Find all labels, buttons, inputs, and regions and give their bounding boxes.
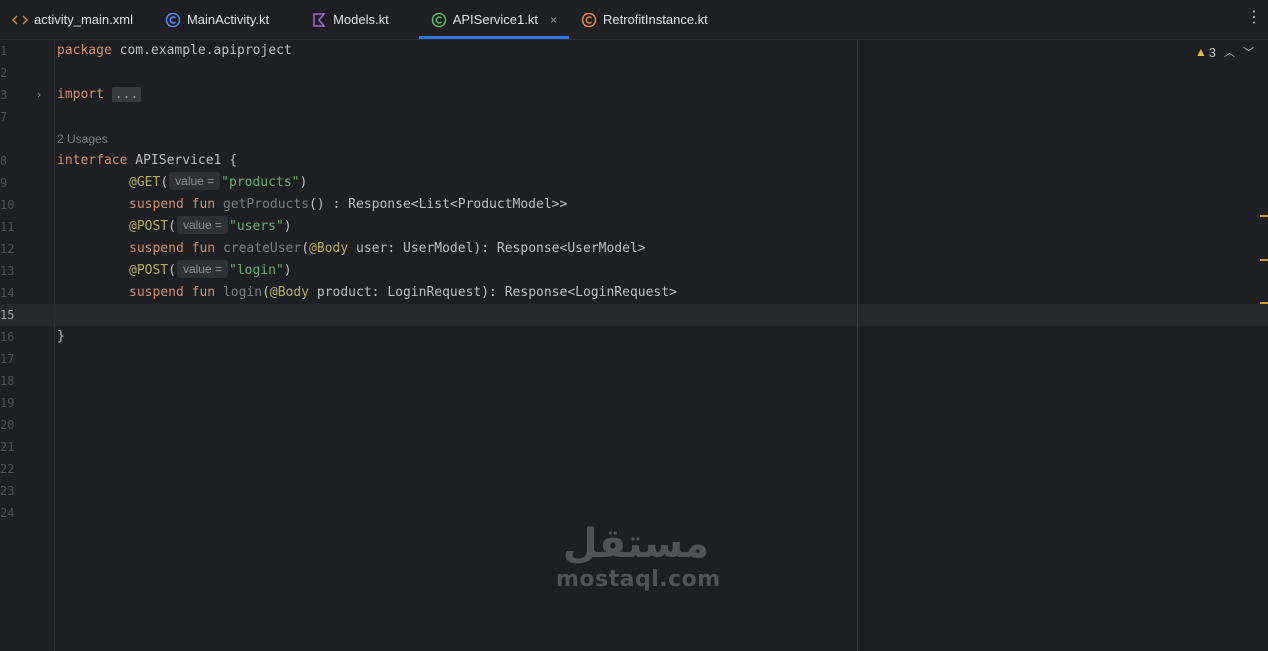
parameter-hint: value = xyxy=(169,172,221,190)
tab-main-activity[interactable]: MainActivity.kt xyxy=(145,0,281,39)
line-number: 16 xyxy=(0,330,15,344)
code-text: @GET(value = "products") xyxy=(129,172,308,190)
tab-activity-main-xml[interactable]: activity_main.xml xyxy=(0,0,145,39)
code-line: 10 suspend fun getProducts() : Response<… xyxy=(0,194,1268,216)
code-line: 17 xyxy=(0,348,1268,370)
line-number: 10 xyxy=(0,198,15,212)
line-number: 23 xyxy=(0,484,15,498)
close-icon[interactable]: × xyxy=(550,13,557,27)
watermark-arabic: مستقل xyxy=(562,521,710,567)
code-line: 21 xyxy=(0,436,1268,458)
editor-tab-bar: activity_main.xml MainActivity.kt Models… xyxy=(0,0,1268,40)
tab-apiservice1[interactable]: APIService1.kt × xyxy=(418,0,570,39)
parameter-hint: value = xyxy=(176,260,228,278)
kotlin-file-icon xyxy=(311,12,327,28)
usages-hint[interactable]: 2 Usages xyxy=(57,130,108,148)
code-line: 19 xyxy=(0,392,1268,414)
code-line: 3 › import ... xyxy=(0,84,1268,106)
line-number: 8 xyxy=(0,154,8,168)
code-line: 15 xyxy=(0,304,1268,326)
line-number: 13 xyxy=(0,264,15,278)
line-number: 7 xyxy=(0,110,8,124)
code-line: 8 interface APIService1 { xyxy=(0,150,1268,172)
code-line: 22 xyxy=(0,458,1268,480)
line-number: 22 xyxy=(0,462,15,476)
code-line: 1 package com.example.apiproject xyxy=(0,40,1268,62)
xml-icon xyxy=(12,12,28,28)
line-number: 24 xyxy=(0,506,15,520)
tab-models[interactable]: Models.kt xyxy=(281,0,401,39)
code-text: } xyxy=(57,329,65,344)
tab-label: MainActivity.kt xyxy=(186,12,270,27)
code-text: @POST(value = "users") xyxy=(129,216,292,234)
code-line: 9 @GET(value = "products") xyxy=(0,172,1268,194)
code-line: 12 suspend fun createUser(@Body user: Us… xyxy=(0,238,1268,260)
kotlin-object-icon xyxy=(581,12,597,28)
kotlin-interface-icon xyxy=(431,12,447,28)
watermark-latin: mostaql.com xyxy=(556,567,721,592)
folded-imports[interactable]: ... xyxy=(111,87,142,102)
line-number: 3 xyxy=(0,88,8,102)
code-text: interface APIService1 { xyxy=(57,153,238,168)
line-number: 1 xyxy=(0,44,8,58)
line-number: 18 xyxy=(0,374,15,388)
line-number: 21 xyxy=(0,440,15,454)
line-number: 19 xyxy=(0,396,15,410)
code-line: 11 @POST(value = "users") xyxy=(0,216,1268,238)
line-number: 9 xyxy=(0,176,8,190)
chevron-right-icon[interactable]: › xyxy=(37,84,41,106)
code-line: 7 xyxy=(0,106,1268,128)
code-line: 13 @POST(value = "login") xyxy=(0,260,1268,282)
code-line: 16 } xyxy=(0,326,1268,348)
line-number: 12 xyxy=(0,242,15,256)
line-number: 15 xyxy=(0,308,15,322)
code-line: 23 xyxy=(0,480,1268,502)
code-text: suspend fun login(@Body product: LoginRe… xyxy=(129,285,677,300)
parameter-hint: value = xyxy=(176,216,228,234)
kotlin-class-icon xyxy=(165,12,181,28)
line-number: 20 xyxy=(0,418,15,432)
tab-label: Models.kt xyxy=(333,12,389,27)
code-text: suspend fun createUser(@Body user: UserM… xyxy=(129,241,646,256)
code-line: 20 xyxy=(0,414,1268,436)
tab-retrofit-instance[interactable]: RetrofitInstance.kt xyxy=(569,0,720,39)
line-number: 11 xyxy=(0,220,15,234)
code-line: 2 xyxy=(0,62,1268,84)
code-text: @POST(value = "login") xyxy=(129,260,292,278)
line-number: 2 xyxy=(0,66,8,80)
code-line: 14 suspend fun login(@Body product: Logi… xyxy=(0,282,1268,304)
tab-label: APIService1.kt xyxy=(452,12,538,27)
code-text: package com.example.apiproject xyxy=(57,43,292,58)
mostaql-watermark: مستقل mostaql.com xyxy=(556,520,721,592)
tab-label: activity_main.xml xyxy=(34,12,133,27)
line-number: 17 xyxy=(0,352,15,366)
line-number: 14 xyxy=(0,286,15,300)
code-text: import ... xyxy=(57,84,142,106)
code-text: suspend fun getProducts() : Response<Lis… xyxy=(129,197,568,212)
tab-label: RetrofitInstance.kt xyxy=(603,12,708,27)
code-line: 18 xyxy=(0,370,1268,392)
more-options-icon[interactable]: ⋮ xyxy=(1246,9,1262,29)
